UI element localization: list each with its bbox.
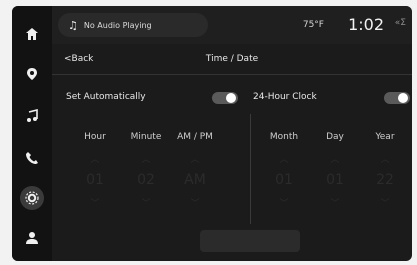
profile-icon[interactable] xyxy=(22,228,42,248)
hour-down-icon[interactable]: ﹀ xyxy=(73,196,117,209)
phone-icon[interactable] xyxy=(22,148,42,168)
signal-icon: «Σ xyxy=(394,18,406,28)
location-icon[interactable] xyxy=(22,64,42,84)
clock: 1:02 xyxy=(348,15,384,34)
minute-up-icon[interactable]: ︿ xyxy=(124,152,168,165)
year-up-icon[interactable]: ︿ xyxy=(363,152,407,165)
day-label: Day xyxy=(326,132,344,142)
day-up-icon[interactable]: ︿ xyxy=(313,152,357,165)
year-label: Year xyxy=(375,132,395,142)
hour-label: Hour xyxy=(84,132,106,142)
media-text: No Audio Playing xyxy=(83,20,152,30)
ampm-down-icon[interactable]: ﹀ xyxy=(173,196,217,209)
divider xyxy=(250,114,251,224)
month-value[interactable]: 01 xyxy=(262,172,306,188)
hour-value[interactable]: 01 xyxy=(73,172,117,188)
temperature: 75°F xyxy=(302,20,324,30)
page-title: Time / Date xyxy=(205,54,259,64)
infotainment-screen: ♫ No Audio Playing 75°F 1:02 «Σ <Back Ti… xyxy=(12,6,412,261)
day-value[interactable]: 01 xyxy=(313,172,357,188)
ampm-value[interactable]: AM xyxy=(173,172,217,188)
apply-button[interactable] xyxy=(200,230,300,252)
page-header: <Back Time / Date xyxy=(52,48,412,75)
music-note-icon: ♫ xyxy=(68,18,78,32)
minute-label: Minute xyxy=(130,132,162,142)
minute-down-icon[interactable]: ﹀ xyxy=(124,196,168,209)
year-value[interactable]: 22 xyxy=(363,172,407,188)
year-down-icon[interactable]: ﹀ xyxy=(363,196,407,209)
hour-up-icon[interactable]: ︿ xyxy=(73,152,117,165)
24-hour-clock-label: 24-Hour Clock xyxy=(253,92,317,102)
home-icon[interactable] xyxy=(22,24,42,44)
media-widget[interactable]: ♫ No Audio Playing xyxy=(58,13,208,37)
settings-icon[interactable] xyxy=(20,186,44,210)
toggle-knob xyxy=(226,93,236,103)
month-up-icon[interactable]: ︿ xyxy=(262,152,306,165)
toggle-knob xyxy=(398,93,408,103)
ampm-up-icon[interactable]: ︿ xyxy=(173,152,217,165)
set-automatically-toggle[interactable] xyxy=(212,92,238,104)
ampm-label: AM / PM xyxy=(177,132,213,142)
month-down-icon[interactable]: ﹀ xyxy=(262,196,306,209)
set-automatically-label: Set Automatically xyxy=(66,92,146,102)
day-down-icon[interactable]: ﹀ xyxy=(313,196,357,209)
sidebar xyxy=(12,6,52,261)
status-bar: ♫ No Audio Playing 75°F 1:02 «Σ xyxy=(52,6,412,44)
minute-value[interactable]: 02 xyxy=(124,172,168,188)
24-hour-clock-toggle[interactable] xyxy=(384,92,410,104)
month-label: Month xyxy=(269,132,299,142)
music-icon[interactable] xyxy=(22,106,42,126)
